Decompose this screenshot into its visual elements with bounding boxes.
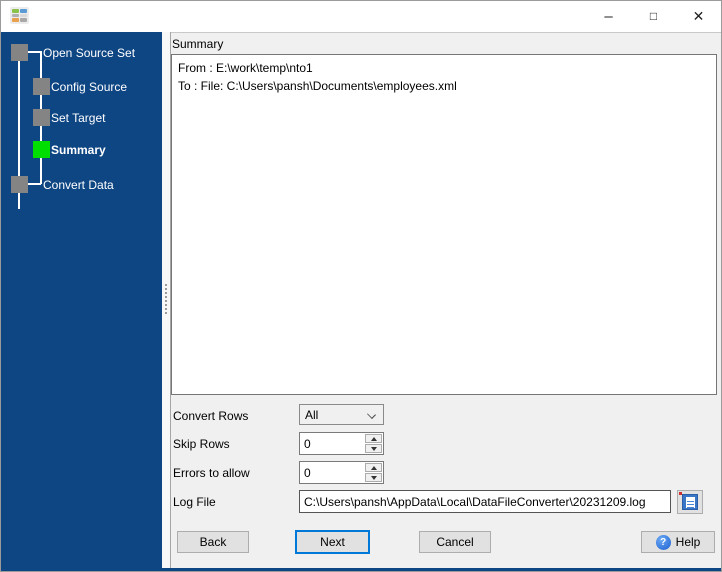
back-button[interactable]: Back	[177, 531, 249, 553]
title-bar: – □ ✕	[1, 1, 721, 32]
minimize-icon[interactable]: –	[586, 1, 631, 31]
summary-line-to: To : File: C:\Users\pansh\Documents\empl…	[178, 79, 457, 93]
wizard-window: – □ ✕ Open Source Set Config Source Set …	[0, 0, 722, 572]
convert-rows-dropdown[interactable]: All	[299, 404, 384, 425]
chevron-down-icon	[367, 410, 376, 419]
red-dot-marker	[679, 492, 682, 495]
skip-rows-stepper	[299, 432, 384, 455]
step-marker-config-source	[33, 78, 50, 95]
sidebar-item-config-source[interactable]: Config Source	[51, 80, 127, 94]
tree-connector-line	[28, 183, 41, 185]
maximize-icon[interactable]: □	[631, 1, 676, 31]
app-icon	[10, 7, 29, 24]
skip-rows-increment-icon[interactable]	[365, 434, 382, 443]
summary-text-area[interactable]: From : E:\work\temp\nto1 To : File: C:\U…	[171, 54, 717, 395]
log-file-label: Log File	[173, 495, 216, 509]
errors-to-allow-label: Errors to allow	[173, 466, 250, 480]
log-file-input[interactable]	[299, 490, 671, 513]
sidebar-item-set-target[interactable]: Set Target	[51, 111, 105, 125]
errors-to-allow-input[interactable]	[300, 462, 364, 483]
convert-rows-selected-value: All	[305, 407, 319, 422]
errors-decrement-icon[interactable]	[365, 473, 382, 482]
help-button[interactable]: ? Help	[641, 531, 715, 553]
tree-connector-line	[28, 51, 41, 53]
bottom-accent-strip	[1, 568, 721, 571]
splitter-grip-icon	[165, 284, 167, 314]
errors-to-allow-stepper	[299, 461, 384, 484]
sidebar-item-summary[interactable]: Summary	[51, 143, 106, 157]
sidebar-item-open-source-set[interactable]: Open Source Set	[43, 46, 135, 60]
step-marker-convert-data	[11, 176, 28, 193]
step-marker-open-source-set	[11, 44, 28, 61]
skip-rows-label: Skip Rows	[173, 437, 230, 451]
help-icon: ?	[655, 534, 671, 550]
log-file-icon	[682, 494, 698, 510]
view-log-button[interactable]	[677, 490, 703, 514]
step-marker-set-target	[33, 109, 50, 126]
convert-rows-label: Convert Rows	[173, 409, 249, 423]
summary-line-from: From : E:\work\temp\nto1	[178, 61, 313, 75]
cancel-button[interactable]: Cancel	[419, 531, 491, 553]
skip-rows-input[interactable]	[300, 433, 364, 454]
close-icon[interactable]: ✕	[676, 1, 721, 31]
skip-rows-decrement-icon[interactable]	[365, 444, 382, 453]
next-button[interactable]: Next	[295, 530, 370, 554]
step-marker-summary-active	[33, 141, 50, 158]
errors-increment-icon[interactable]	[365, 463, 382, 472]
sidebar-splitter[interactable]	[162, 32, 171, 568]
wizard-steps-sidebar: Open Source Set Config Source Set Target…	[1, 32, 162, 568]
help-button-label: Help	[675, 535, 701, 549]
summary-section-title: Summary	[172, 37, 224, 51]
sidebar-item-convert-data[interactable]: Convert Data	[43, 178, 114, 192]
